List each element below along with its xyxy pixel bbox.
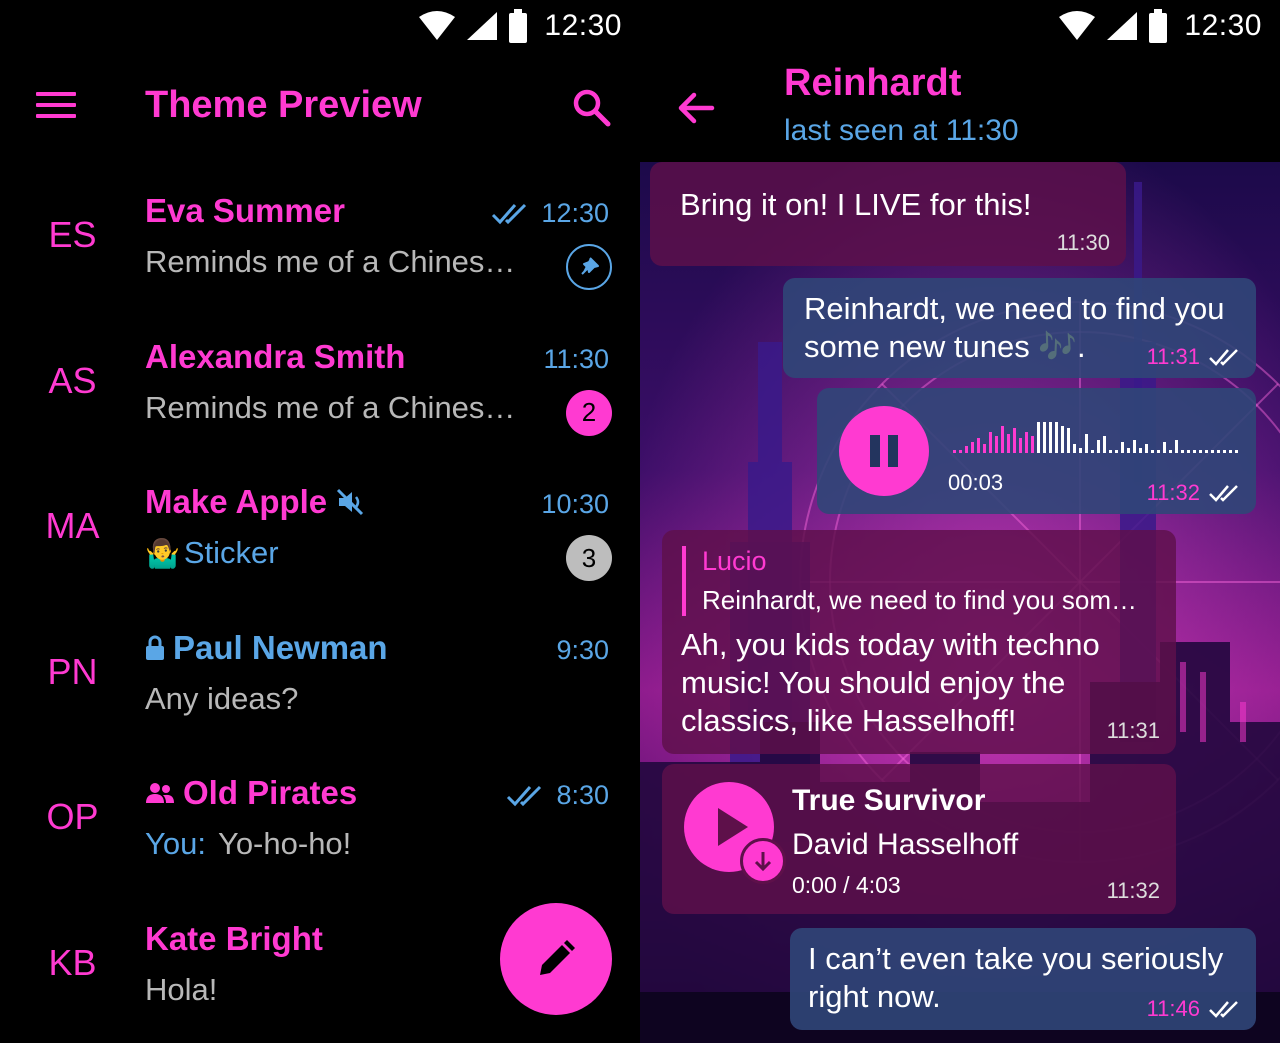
page-title: Theme Preview — [145, 84, 422, 126]
message-bubble-outgoing[interactable]: Reinhardt, we need to find you some new … — [783, 278, 1256, 378]
message-text: Ah, you kids today with techno music! Yo… — [681, 627, 1100, 738]
double-check-icon — [1209, 485, 1238, 502]
contact-name[interactable]: Reinhardt — [784, 62, 961, 105]
message-bubble-incoming[interactable]: Bring it on! I LIVE for this! 11:30 — [650, 162, 1126, 266]
download-badge[interactable] — [740, 838, 786, 884]
chat-name: Kate Bright — [145, 919, 323, 957]
message-time: 11:30 — [1056, 230, 1110, 255]
double-check-icon — [1209, 1001, 1238, 1018]
avatar: OP — [46, 796, 99, 837]
muted-icon — [337, 488, 364, 516]
track-performer: David Hasselhoff — [792, 828, 1019, 861]
chat-screen: 12:30 Reinhardt last seen at 11:30 Bring… — [640, 0, 1280, 1043]
message-bubble-incoming[interactable]: Lucio Reinhardt, we need to find you som… — [662, 530, 1176, 754]
chat-list-screen: 12:30 Theme Preview ES Eva Summer 12:30 … — [0, 0, 640, 1043]
message-time: 11:32 — [1106, 878, 1160, 903]
status-bar: 12:30 — [0, 0, 640, 52]
back-arrow-icon[interactable] — [676, 88, 716, 128]
voice-duration: 00:03 — [948, 470, 1004, 495]
unread-badge: 3 — [566, 535, 612, 581]
download-icon — [754, 852, 772, 872]
chat-preview: You: Yo-ho-ho! — [145, 826, 352, 861]
double-check-icon — [492, 203, 527, 224]
chat-header: Reinhardt last seen at 11:30 — [640, 52, 1280, 162]
unread-badge: 2 — [566, 389, 612, 436]
avatar: MA — [45, 505, 100, 546]
chat-preview: Reminds me of a Chines… — [145, 389, 516, 425]
track-progress: 0:00 / 4:03 — [792, 872, 901, 898]
avatar: KB — [48, 941, 97, 983]
avatar: PN — [47, 650, 98, 692]
chat-time: 10:30 — [541, 489, 609, 519]
message-area: Bring it on! I LIVE for this! 11:30 Rein… — [640, 162, 1280, 1043]
compose-button[interactable] — [500, 903, 612, 1015]
chat-row-make-apple[interactable]: MA Make Apple 10:30 🤷‍♂️ Sticker 3 — [0, 453, 640, 599]
chat-preview: 🤷‍♂️ Sticker — [145, 535, 279, 570]
chat-preview: Hola! — [145, 971, 218, 1007]
battery-icon — [1149, 9, 1168, 43]
pause-button[interactable] — [839, 406, 929, 496]
chat-row-alexandra-smith[interactable]: AS Alexandra Smith 11:30 Reminds me of a… — [0, 308, 640, 454]
double-check-icon — [1209, 349, 1238, 366]
voice-waveform[interactable] — [953, 418, 1243, 454]
chat-name: Make Apple — [145, 483, 365, 521]
chat-time: 12:30 — [491, 198, 609, 229]
pinned-icon — [566, 244, 612, 290]
chat-time: 9:30 — [556, 634, 609, 665]
cellular-signal-icon — [1107, 12, 1138, 40]
battery-icon — [509, 9, 528, 43]
chat-name: Eva Summer — [145, 192, 345, 229]
chat-row-paul-newman[interactable]: PN Paul Newman 9:30 Any ideas? — [0, 599, 640, 745]
chat-preview: Any ideas? — [145, 680, 299, 716]
pencil-icon — [540, 940, 575, 975]
message-time: 11:31 — [1147, 344, 1242, 370]
status-time: 12:30 — [544, 9, 622, 42]
chat-time: 8:30 — [506, 780, 609, 811]
sticker-emoji: 🤷‍♂️ — [145, 537, 180, 569]
message-time: 11:31 — [1106, 718, 1160, 743]
avatar: ES — [48, 214, 97, 255]
audio-message-bubble[interactable]: True Survivor David Hasselhoff 0:00 / 4:… — [662, 764, 1176, 914]
message-bubble-outgoing[interactable]: I can’t even take you seriously right no… — [790, 928, 1256, 1030]
chat-preview: Reminds me of a Chines… — [145, 244, 516, 279]
lock-icon — [146, 635, 164, 660]
wifi-icon — [1059, 11, 1096, 40]
message-time: 11:32 — [1147, 480, 1242, 506]
contact-status: last seen at 11:30 — [784, 114, 1019, 147]
reply-author: Lucio — [702, 546, 767, 576]
track-title: True Survivor — [792, 784, 986, 817]
search-icon[interactable] — [570, 86, 614, 130]
status-bar: 12:30 — [640, 0, 1280, 52]
preview-sender: You: — [145, 826, 206, 861]
cellular-signal-icon — [467, 12, 498, 40]
group-icon — [146, 783, 174, 803]
message-time: 11:46 — [1147, 996, 1242, 1022]
double-check-icon — [507, 785, 542, 806]
pause-icon — [870, 435, 898, 467]
status-time: 12:30 — [1184, 9, 1262, 42]
chat-name: Paul Newman — [145, 629, 388, 667]
message-text: Bring it on! I LIVE for this! — [680, 187, 1032, 222]
chat-name: Alexandra Smith — [145, 337, 406, 375]
reply-quote[interactable]: Lucio Reinhardt, we need to find you som… — [682, 546, 1137, 616]
avatar: AS — [48, 359, 97, 401]
chat-time: 11:30 — [543, 343, 609, 374]
chat-row-eva-summer[interactable]: ES Eva Summer 12:30 Reminds me of a Chin… — [0, 162, 640, 308]
reply-text: Reinhardt, we need to find you som… — [702, 585, 1138, 615]
wifi-icon — [419, 11, 456, 40]
voice-message-bubble[interactable]: 00:03 11:32 — [817, 388, 1256, 514]
chat-row-old-pirates[interactable]: OP Old Pirates 8:30 You: Yo-ho-ho! — [0, 744, 640, 890]
menu-icon[interactable] — [36, 92, 76, 122]
chat-name: Old Pirates — [145, 774, 357, 812]
app-bar: Theme Preview — [0, 52, 640, 162]
